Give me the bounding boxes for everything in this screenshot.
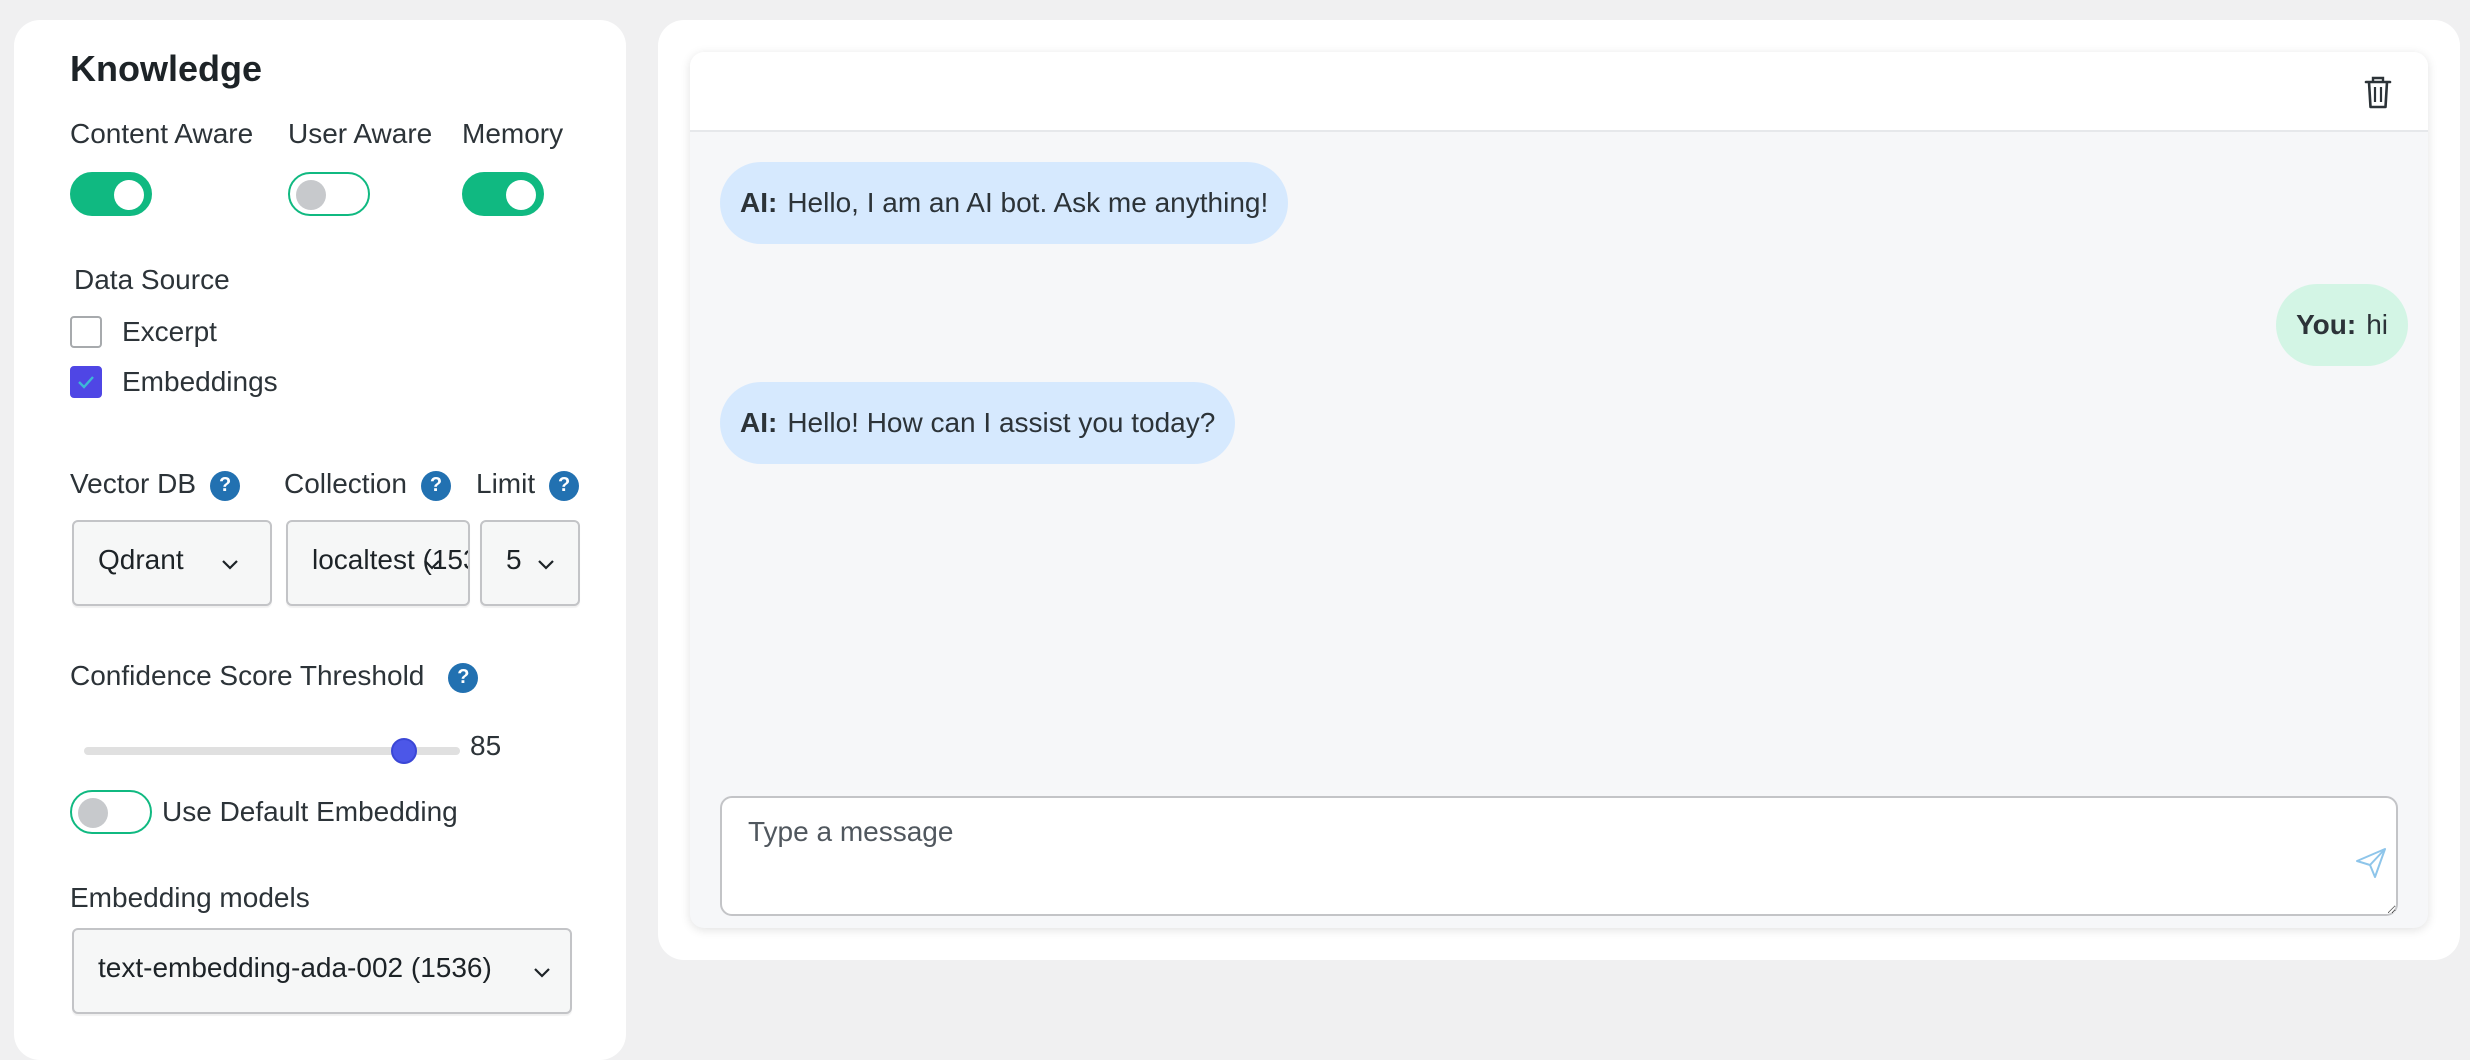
slider-thumb[interactable] xyxy=(390,738,417,764)
excerpt-checkbox[interactable] xyxy=(70,316,102,348)
data-source-label: Data Source xyxy=(74,264,230,295)
chevron-down-icon xyxy=(538,560,554,570)
user-aware-toggle[interactable] xyxy=(288,172,370,216)
embeddings-label: Embeddings xyxy=(122,366,278,397)
user-aware-label: User Aware xyxy=(288,118,433,149)
user-aware-group: User Aware xyxy=(288,118,432,216)
chat-panel: AI: Hello, I am an AI bot. Ask me anythi… xyxy=(658,20,2460,960)
help-icon[interactable]: ? xyxy=(420,470,451,501)
message-speaker: You: xyxy=(2296,309,2357,340)
limit-label: Limit xyxy=(476,468,536,499)
embeddings-checkbox[interactable] xyxy=(70,366,102,398)
help-icon[interactable]: ? xyxy=(210,470,241,501)
vector-db-select[interactable]: Qdrant xyxy=(72,520,272,606)
default-embedding-label: Use Default Embedding xyxy=(162,796,458,827)
message-input[interactable] xyxy=(720,796,2398,916)
message-text: Hello! How can I assist you today? xyxy=(787,407,1216,438)
embedding-models-select[interactable]: text-embedding-ada-002 (1536) xyxy=(72,928,572,1014)
message-text: Hello, I am an AI bot. Ask me anything! xyxy=(787,187,1269,218)
help-icon[interactable]: ? xyxy=(448,662,479,693)
toggle-knob xyxy=(78,798,108,828)
chat-message-ai: AI: Hello, I am an AI bot. Ask me anythi… xyxy=(720,162,1289,244)
chat-message-ai: AI: Hello! How can I assist you today? xyxy=(720,382,1236,464)
limit-select[interactable]: 5 xyxy=(480,520,580,606)
collection-label: Collection xyxy=(284,468,407,499)
knowledge-title: Knowledge xyxy=(70,48,263,89)
vector-db-value: Qdrant xyxy=(98,544,184,575)
memory-group: Memory xyxy=(462,118,563,216)
collection-value: localtest (1536) xyxy=(312,544,468,575)
chevron-down-icon xyxy=(424,560,440,570)
confidence-slider[interactable] xyxy=(84,738,460,764)
chevron-down-icon xyxy=(222,560,238,570)
excerpt-label: Excerpt xyxy=(122,316,217,347)
collection-label-group: Collection? xyxy=(284,468,451,501)
message-speaker: AI: xyxy=(740,407,778,438)
default-embedding-toggle[interactable] xyxy=(70,790,152,834)
content-aware-group: Content Aware xyxy=(70,118,253,216)
chat-window: AI: Hello, I am an AI bot. Ask me anythi… xyxy=(690,52,2428,928)
toggle-knob xyxy=(506,180,536,210)
trash-icon[interactable] xyxy=(2358,72,2398,112)
toggle-knob xyxy=(114,180,144,210)
chat-header xyxy=(690,52,2428,132)
limit-value: 5 xyxy=(506,544,522,575)
excerpt-option[interactable]: Excerpt xyxy=(70,316,217,348)
embedding-models-value: text-embedding-ada-002 (1536) xyxy=(98,952,492,983)
checkmark-icon xyxy=(78,376,94,389)
content-aware-toggle[interactable] xyxy=(70,172,152,216)
vector-db-label: Vector DB xyxy=(70,468,197,499)
knowledge-panel: Knowledge Content Aware User Aware Memor… xyxy=(14,20,626,1060)
message-speaker: AI: xyxy=(740,187,778,218)
memory-label: Memory xyxy=(462,118,564,149)
content-aware-label: Content Aware xyxy=(70,118,254,149)
confidence-value: 85 xyxy=(470,730,502,761)
limit-label-group: Limit? xyxy=(476,468,580,501)
collection-select[interactable]: localtest (1536) xyxy=(286,520,470,606)
send-icon[interactable] xyxy=(2354,846,2388,880)
chevron-down-icon xyxy=(534,968,550,978)
message-text: hi xyxy=(2366,309,2388,340)
embedding-models-label: Embedding models xyxy=(70,882,310,913)
confidence-label: Confidence Score Threshold xyxy=(70,660,425,691)
memory-toggle[interactable] xyxy=(462,172,544,216)
chat-message-user: You: hi xyxy=(2276,284,2408,366)
vector-db-label-group: Vector DB? xyxy=(70,468,241,501)
confidence-label-group: Confidence Score Threshold? xyxy=(70,660,479,693)
toggle-knob xyxy=(296,180,326,210)
help-icon[interactable]: ? xyxy=(549,470,580,501)
embeddings-option[interactable]: Embeddings xyxy=(70,366,278,398)
